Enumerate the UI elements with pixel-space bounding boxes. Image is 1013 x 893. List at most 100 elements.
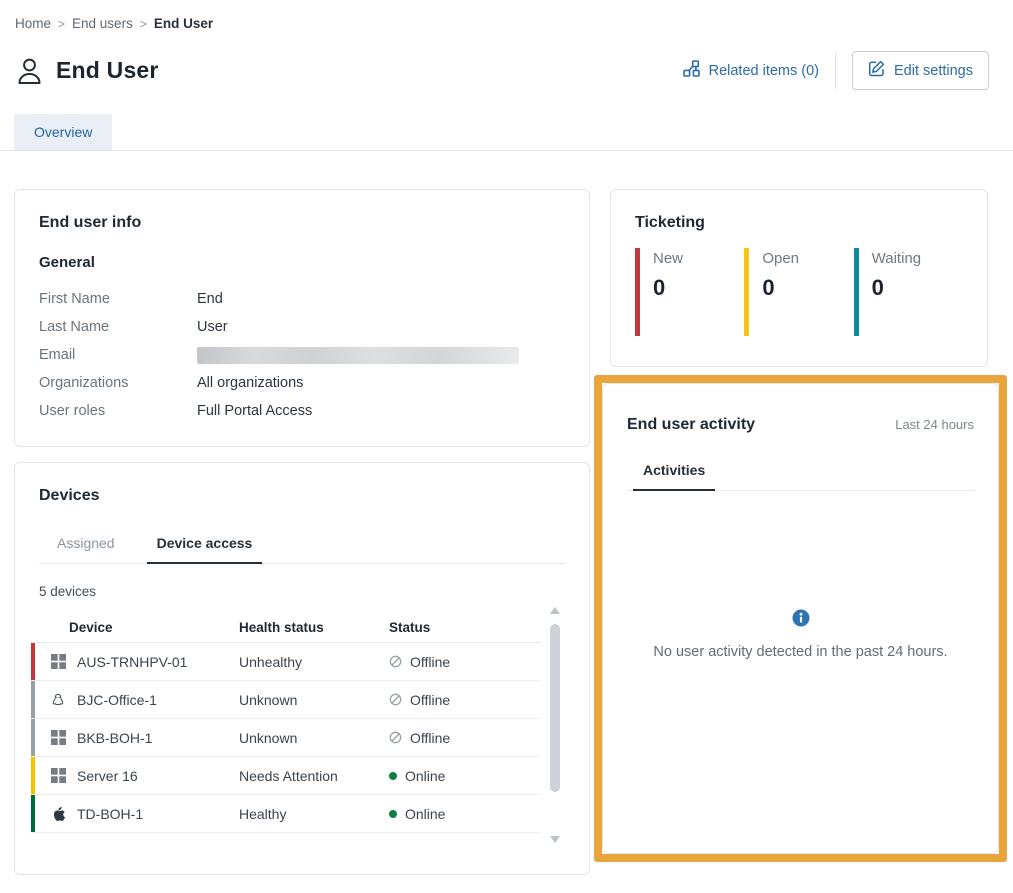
breadcrumb-end-users[interactable]: End users	[72, 16, 133, 31]
main-content: End user info General First Name End Las…	[0, 151, 1013, 875]
ticket-stat: New 0	[635, 248, 744, 336]
page-tabbar: Overview	[0, 114, 1013, 151]
header-actions: Related items (0) Edit settings	[683, 51, 989, 90]
info-field-row: First Name End	[39, 285, 565, 313]
ticket-stat-label: New	[653, 250, 744, 267]
activity-title: End user activity	[627, 416, 755, 434]
health-color-bar	[31, 757, 35, 794]
breadcrumb-current: End User	[154, 16, 213, 31]
devices-card: Devices Assigned Device access 5 devices…	[14, 462, 590, 875]
breadcrumb: Home > End users > End User	[0, 0, 1013, 31]
info-field-label: Email	[39, 347, 197, 363]
devices-tab[interactable]: Assigned	[53, 529, 119, 563]
end-user-activity-card: End user activity Last 24 hours Activiti…	[602, 383, 999, 854]
breadcrumb-home[interactable]: Home	[15, 16, 51, 31]
device-status-cell: Offline	[389, 654, 541, 670]
activity-tabs: Activities	[627, 456, 974, 491]
device-table-scrollbar	[549, 607, 561, 843]
end-user-page: Home > End users > End User End User	[0, 0, 1013, 893]
device-name-cell: TD-BOH-1	[51, 806, 239, 822]
online-dot-icon	[389, 772, 397, 780]
device-health: Healthy	[239, 806, 389, 822]
end-user-info-title: End user info	[39, 214, 565, 232]
device-status-cell: Online	[389, 768, 541, 784]
device-table-header: Device Health status Status	[31, 613, 541, 643]
info-circle-icon	[792, 609, 810, 632]
device-status: Offline	[410, 730, 450, 746]
device-status: Online	[405, 768, 445, 784]
device-name: AUS-TRNHPV-01	[77, 654, 187, 670]
related-items-link[interactable]: Related items (0)	[683, 60, 819, 81]
ticket-stat: Waiting 0	[854, 248, 963, 336]
activity-header: End user activity Last 24 hours	[627, 416, 974, 434]
info-field-row: User roles Full Portal Access	[39, 397, 565, 425]
device-status-cell: Offline	[389, 692, 541, 708]
device-row[interactable]: AUS-TRNHPV-01 Unhealthy Offline	[31, 643, 541, 681]
column-header-status: Status	[389, 620, 541, 635]
related-items-label: Related items (0)	[709, 63, 819, 79]
devices-tabs: Assigned Device access	[39, 529, 565, 564]
header-divider	[835, 53, 836, 89]
ticket-stat: Open 0	[744, 248, 853, 336]
annotation-highlight-box: End user activity Last 24 hours Activiti…	[594, 375, 1007, 862]
device-status: Online	[405, 806, 445, 822]
info-field-value: All organizations	[197, 375, 303, 391]
offline-slash-icon	[389, 731, 402, 744]
offline-slash-icon	[389, 655, 402, 668]
info-field-row: Organizations All organizations	[39, 369, 565, 397]
info-field-label: First Name	[39, 291, 197, 307]
tab-overview[interactable]: Overview	[14, 114, 112, 150]
right-column: Ticketing New 0 Open 0	[610, 189, 988, 862]
info-field-value: End	[197, 291, 223, 307]
edit-settings-button[interactable]: Edit settings	[852, 51, 989, 90]
tab-activities[interactable]: Activities	[639, 456, 709, 490]
breadcrumb-separator: >	[140, 17, 147, 31]
activity-time-range: Last 24 hours	[895, 417, 974, 432]
health-color-bar	[31, 681, 35, 718]
device-status-cell: Offline	[389, 730, 541, 746]
windows-icon	[51, 654, 67, 670]
device-health: Unknown	[239, 692, 389, 708]
person-icon	[16, 57, 43, 85]
ticketing-title: Ticketing	[635, 214, 963, 232]
offline-slash-icon	[389, 693, 402, 706]
device-row[interactable]: Server 16 Needs Attention Online	[31, 757, 541, 795]
health-color-bar	[31, 795, 35, 832]
activity-empty-message: No user activity detected in the past 24…	[653, 644, 947, 660]
device-status-cell: Online	[389, 806, 541, 822]
apple-icon	[51, 806, 67, 822]
ticket-stat-value: 0	[653, 275, 744, 301]
scrollbar-down-arrow[interactable]	[550, 836, 560, 843]
device-table: Device Health status Status AUS-TRNHPV-0…	[31, 613, 565, 833]
info-field-list: First Name End Last Name User Email	[39, 285, 565, 425]
device-row[interactable]: TD-BOH-1 Healthy Online	[31, 795, 541, 833]
ticket-stat-label: Waiting	[872, 250, 963, 267]
page-title: End User	[56, 57, 159, 84]
scrollbar-thumb[interactable]	[550, 624, 560, 792]
device-name: Server 16	[77, 768, 138, 784]
scrollbar-up-arrow[interactable]	[550, 607, 560, 614]
device-count: 5 devices	[39, 584, 565, 599]
windows-icon	[51, 768, 67, 784]
info-field-value: User	[197, 319, 228, 335]
online-dot-icon	[389, 810, 397, 818]
device-name-cell: Server 16	[51, 768, 239, 784]
devices-tab[interactable]: Device access	[153, 529, 257, 563]
health-color-bar	[31, 643, 35, 680]
device-status: Offline	[410, 692, 450, 708]
activity-empty-state: No user activity detected in the past 24…	[627, 609, 974, 660]
devices-title: Devices	[39, 487, 565, 505]
edit-settings-label: Edit settings	[894, 63, 973, 79]
windows-icon	[51, 730, 67, 746]
device-status: Offline	[410, 654, 450, 670]
info-field-label: Last Name	[39, 319, 197, 335]
edit-pencil-icon	[868, 60, 885, 81]
page-header: End User Related items (0)	[0, 31, 1013, 90]
device-name-cell: BKB-BOH-1	[51, 730, 239, 746]
info-field-row: Last Name User	[39, 313, 565, 341]
device-row[interactable]: BJC-Office-1 Unknown Offline	[31, 681, 541, 719]
ticket-stat-label: Open	[762, 250, 853, 267]
device-row[interactable]: BKB-BOH-1 Unknown Offline	[31, 719, 541, 757]
ticket-stat-value: 0	[762, 275, 853, 301]
device-name: BKB-BOH-1	[77, 730, 152, 746]
